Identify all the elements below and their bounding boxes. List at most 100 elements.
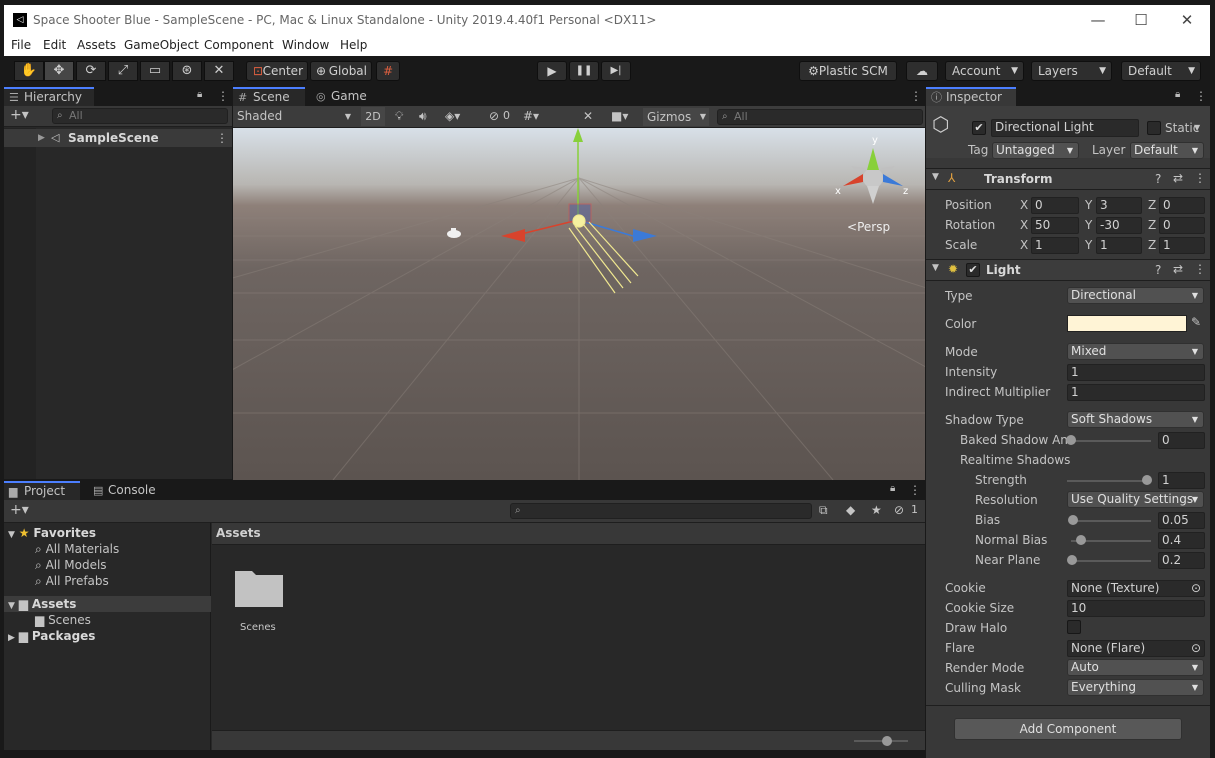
maximize-button[interactable]: ☐ — [1129, 9, 1153, 31]
minimize-button[interactable]: — — [1086, 9, 1110, 31]
custom-tool-icon[interactable]: ✕ — [204, 61, 234, 81]
normal-bias-slider-knob[interactable] — [1076, 535, 1087, 545]
scale-y-field[interactable]: 1 — [1096, 237, 1142, 254]
perspective-toggle[interactable]: <Persp — [847, 220, 890, 234]
rect-tool-icon[interactable]: ▭ — [140, 61, 170, 81]
transform-header[interactable]: ▼ ⅄ Transform ? ⇄ ⋮ — [926, 168, 1210, 190]
hand-tool-icon[interactable]: ✋ — [14, 61, 44, 81]
baked-shadow-slider-knob[interactable] — [1066, 435, 1076, 445]
bias-field[interactable]: 0.05 — [1158, 512, 1205, 529]
tools-icon[interactable]: ✕ — [583, 109, 593, 123]
lock-icon[interactable]: 🔒︎ — [890, 483, 895, 494]
object-name-field[interactable]: Directional Light — [991, 119, 1139, 137]
effects-toggle-icon[interactable]: ◈▾ — [445, 109, 460, 123]
cookie-field[interactable]: None (Texture) ⊙ — [1067, 580, 1205, 597]
normal-bias-field[interactable]: 0.4 — [1158, 532, 1205, 549]
audio-toggle-icon[interactable]: 🔊︎ — [419, 109, 427, 124]
more-options-icon[interactable]: ⋮ — [1195, 89, 1207, 103]
scenes-row[interactable]: ▆ Scenes — [35, 612, 91, 628]
favorite-item[interactable]: ⌕ All Materials — [35, 541, 119, 557]
preset-icon[interactable]: ⇄ — [1173, 171, 1183, 185]
hidden-packages-icon[interactable]: ⊘ — [894, 503, 904, 517]
close-button[interactable]: ✕ — [1175, 9, 1199, 31]
orientation-gizmo[interactable] — [833, 136, 913, 216]
menu-gameobject[interactable]: GameObject — [124, 38, 199, 52]
tab-inspector[interactable]: ⓘ Inspector — [926, 87, 1016, 106]
position-z-field[interactable]: 0 — [1159, 197, 1205, 214]
gizmos-dropdown[interactable]: Gizmos ▼ — [643, 108, 709, 126]
lock-icon[interactable]: 🔒︎ — [197, 89, 202, 100]
near-plane-field[interactable]: 0.2 — [1158, 552, 1205, 569]
scene-search-input[interactable]: ⌕ All — [717, 109, 923, 125]
play-button[interactable]: ▶ — [537, 61, 567, 81]
culling-mask-dropdown[interactable]: Everything ▼ — [1067, 679, 1204, 696]
camera-icon[interactable]: ■▾ — [611, 109, 628, 123]
light-enabled-checkbox[interactable]: ✔ — [966, 263, 980, 277]
tab-hierarchy[interactable]: ☰ Hierarchy — [4, 87, 94, 106]
cookie-size-field[interactable]: 10 — [1067, 600, 1205, 617]
tab-project[interactable]: ▆ Project — [4, 481, 80, 500]
layout-dropdown[interactable]: Default ▼ — [1121, 61, 1201, 81]
preset-icon[interactable]: ⇄ — [1173, 262, 1183, 276]
shading-mode-dropdown[interactable]: Shaded ▼ — [233, 107, 355, 126]
menu-edit[interactable]: Edit — [43, 38, 66, 52]
transform-tool-icon[interactable]: ⊛ — [172, 61, 202, 81]
light-type-dropdown[interactable]: Directional ▼ — [1067, 287, 1204, 304]
strength-slider-track[interactable] — [1067, 480, 1147, 482]
lock-icon[interactable]: 🔒︎ — [1175, 89, 1180, 100]
scene-options-icon[interactable]: ⋮ — [216, 129, 228, 147]
strength-field[interactable]: 1 — [1158, 472, 1205, 489]
grid-toggle-icon[interactable]: #▾ — [523, 109, 539, 123]
create-plus-icon[interactable]: +▾ — [10, 107, 29, 123]
expand-arrow-icon[interactable]: ▶ — [38, 129, 45, 147]
draw-halo-checkbox[interactable] — [1067, 620, 1081, 634]
favorites-star-icon[interactable]: ★ — [871, 503, 882, 517]
scale-z-field[interactable]: 1 — [1159, 237, 1205, 254]
bias-slider-knob[interactable] — [1068, 515, 1078, 525]
move-tool-icon[interactable]: ✥ — [44, 61, 74, 81]
layers-dropdown[interactable]: Layers ▼ — [1031, 61, 1112, 81]
component-menu-icon[interactable]: ⋮ — [1194, 262, 1206, 276]
packages-row[interactable]: ▶ ▆ Packages — [8, 628, 95, 644]
more-options-icon[interactable]: ⋮ — [910, 89, 922, 103]
static-checkbox[interactable] — [1147, 121, 1161, 135]
position-y-field[interactable]: 3 — [1096, 197, 1142, 214]
tag-dropdown[interactable]: Untagged ▼ — [992, 142, 1079, 159]
more-options-icon[interactable]: ⋮ — [217, 89, 229, 103]
scale-x-field[interactable]: 1 — [1031, 237, 1079, 254]
flare-field[interactable]: None (Flare) ⊙ — [1067, 640, 1205, 657]
hidden-objects-icon[interactable]: ⊘ — [489, 109, 499, 123]
strength-slider-knob[interactable] — [1142, 475, 1152, 485]
tab-game[interactable]: ◎ Game — [311, 87, 381, 106]
project-search-input[interactable]: ⌕ — [510, 503, 812, 519]
foldout-arrow-icon[interactable]: ▼ — [8, 530, 15, 540]
component-menu-icon[interactable]: ⋮ — [1194, 171, 1206, 185]
intensity-field[interactable]: 1 — [1067, 364, 1205, 381]
object-picker-icon[interactable]: ⊙ — [1191, 581, 1201, 596]
position-x-field[interactable]: 0 — [1031, 197, 1079, 214]
favorites-row[interactable]: ▼ ★ Favorites — [8, 525, 96, 541]
scenes-folder-item[interactable] — [234, 565, 284, 609]
light-header[interactable]: ▼ ✹ ✔ Light ? ⇄ ⋮ — [926, 259, 1210, 281]
cloud-icon[interactable]: ☁ — [906, 61, 938, 81]
create-plus-icon[interactable]: +▾ — [10, 502, 29, 518]
menu-component[interactable]: Component — [204, 38, 274, 52]
light-mode-dropdown[interactable]: Mixed ▼ — [1067, 343, 1204, 360]
shadow-type-dropdown[interactable]: Soft Shadows ▼ — [1067, 411, 1204, 428]
pivot-center-toggle[interactable]: ⊡ Center — [246, 61, 308, 81]
near-plane-slider-knob[interactable] — [1066, 555, 1077, 565]
favorite-item[interactable]: ⌕ All Prefabs — [35, 573, 109, 589]
menu-help[interactable]: Help — [340, 38, 367, 52]
active-checkbox[interactable]: ✔ — [972, 121, 986, 135]
foldout-arrow-icon[interactable]: ▼ — [932, 172, 939, 182]
light-color-swatch[interactable] — [1067, 315, 1187, 332]
2d-toggle-button[interactable]: 2D — [361, 107, 385, 126]
rotation-x-field[interactable]: 50 — [1031, 217, 1079, 234]
chevron-down-icon[interactable]: ▼ — [1194, 123, 1200, 132]
help-icon[interactable]: ? — [1155, 172, 1161, 186]
render-mode-dropdown[interactable]: Auto ▼ — [1067, 659, 1204, 676]
search-by-label-icon[interactable]: ◆ — [846, 503, 855, 517]
near-plane-slider-track[interactable] — [1071, 560, 1151, 562]
add-component-button[interactable]: Add Component — [954, 718, 1182, 740]
rotate-tool-icon[interactable]: ⟳ — [76, 61, 106, 81]
